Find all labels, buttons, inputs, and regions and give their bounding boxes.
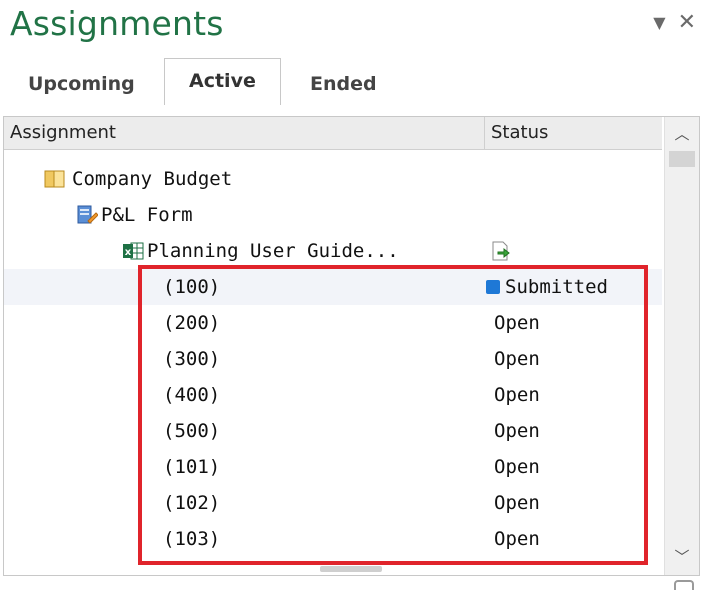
tab-ended[interactable]: Ended [290,62,397,104]
status-text: Submitted [505,276,608,298]
window-controls: ▼ ✕ [653,12,696,34]
tree-row-form[interactable]: P&L Form [4,197,662,233]
status-text: Open [494,312,540,334]
vertical-scrollbar[interactable]: ︿ ﹀ [664,117,699,575]
status-text: Open [494,420,540,442]
entity-label: (100) [163,276,221,298]
entity-label: (103) [163,528,221,550]
tree-label-company: Company Budget [72,168,233,190]
grid-header: Assignment Status [4,117,662,150]
status-text: Open [494,528,540,550]
status-text: Open [494,492,540,514]
folder-icon [44,170,65,188]
page-title: Assignments [10,4,224,43]
table-row[interactable]: (101) Open [4,449,662,485]
entity-label: (102) [163,492,221,514]
tab-bar: Upcoming Active Ended [8,58,696,105]
form-icon [77,205,98,224]
tab-active[interactable]: Active [164,58,281,105]
tree-row-guide[interactable]: x Planning User Guide... [4,233,662,269]
status-text: Open [494,348,540,370]
splitter-handle[interactable] [320,566,382,572]
tab-upcoming[interactable]: Upcoming [8,62,155,104]
entity-label: (101) [163,456,221,478]
tree-label-form: P&L Form [101,204,193,226]
assignment-grid: Assignment Status Company Budget P&L For… [3,116,700,576]
close-icon[interactable]: ✕ [678,12,696,34]
tree-row-company[interactable]: Company Budget [4,161,662,197]
tree-label-guide: Planning User Guide... [147,240,399,262]
scroll-thumb[interactable] [669,151,695,167]
entity-label: (500) [163,420,221,442]
submitted-status-icon [486,280,500,294]
entity-label: (300) [163,348,221,370]
column-header-assignment[interactable]: Assignment [4,117,485,149]
table-row[interactable]: (103) Open [4,521,662,557]
resize-corner-icon[interactable] [674,580,694,590]
dropdown-icon[interactable]: ▼ [653,15,665,31]
status-text: Open [494,384,540,406]
status-cell: Submitted [486,269,608,305]
entity-label: (400) [163,384,221,406]
table-row[interactable]: (500) Open [4,413,662,449]
scroll-up-icon[interactable]: ︿ [665,123,699,144]
table-row[interactable]: (100) Submitted [4,269,662,305]
status-text: Open [494,456,540,478]
excel-file-icon: x [123,242,144,260]
table-row[interactable]: (300) Open [4,341,662,377]
svg-text:x: x [125,247,132,258]
table-row[interactable]: (102) Open [4,485,662,521]
entity-label: (200) [163,312,221,334]
table-row[interactable]: (200) Open [4,305,662,341]
table-row[interactable]: (400) Open [4,377,662,413]
column-header-status[interactable]: Status [485,117,661,149]
scroll-down-icon[interactable]: ﹀ [665,546,699,567]
open-document-icon[interactable] [490,241,512,261]
